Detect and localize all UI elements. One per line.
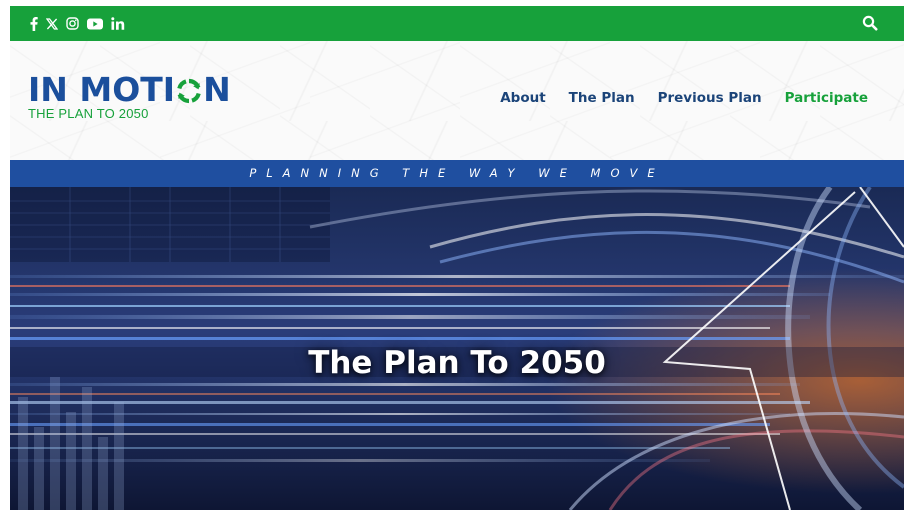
facebook-icon[interactable] — [30, 16, 38, 32]
linkedin-icon[interactable] — [111, 16, 125, 32]
social-links — [30, 6, 125, 41]
nav-the-plan[interactable]: The Plan — [569, 90, 635, 106]
site-header: IN MOTIONIN MOTIN THE PLAN TO 2050 About… — [10, 41, 904, 160]
search-button[interactable] — [862, 15, 880, 33]
main-nav: About The Plan Previous Plan Participate — [500, 90, 868, 106]
tagline-banner: PLANNING THE WAY WE MOVE — [10, 160, 904, 187]
nav-about[interactable]: About — [500, 90, 545, 106]
logo-wordmark: IN MOTIONIN MOTIN — [28, 70, 231, 109]
hero-title: The Plan To 2050 — [308, 345, 606, 381]
page: IN MOTIONIN MOTIN THE PLAN TO 2050 About… — [0, 0, 913, 510]
nav-participate[interactable]: Participate — [785, 90, 868, 106]
logo-wordmark-text: IN MOTION — [28, 73, 29, 74]
site-logo[interactable]: IN MOTIONIN MOTIN THE PLAN TO 2050 — [28, 73, 231, 121]
hero-banner: The Plan To 2050 — [10, 187, 904, 510]
instagram-icon[interactable] — [66, 16, 79, 32]
logo-tagline: THE PLAN TO 2050 — [28, 106, 149, 121]
nav-previous-plan[interactable]: Previous Plan — [658, 90, 762, 106]
social-bar — [10, 6, 904, 41]
youtube-icon[interactable] — [87, 16, 103, 32]
x-icon[interactable] — [46, 16, 58, 32]
search-icon — [862, 15, 878, 35]
logo-cycle-icon — [177, 78, 201, 104]
